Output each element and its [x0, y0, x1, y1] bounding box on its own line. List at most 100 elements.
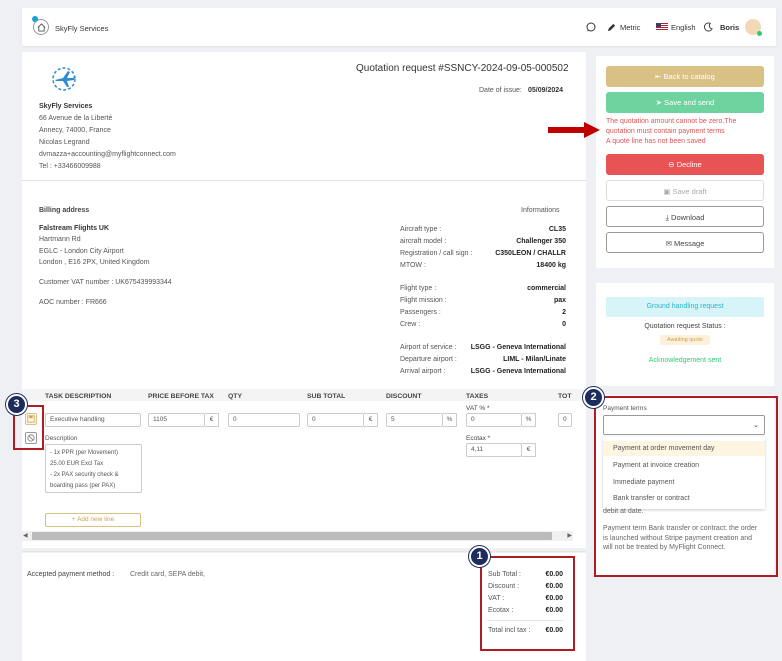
description-textarea[interactable]: - 1x PPR (per Movement) 25.00 EUR Excl T…: [45, 444, 142, 493]
discount-input[interactable]: 5: [386, 413, 443, 427]
th-taxes: TAXES: [466, 393, 489, 400]
info-label: MTOW :: [400, 262, 426, 269]
discount-unit: %: [443, 413, 457, 427]
save-send-label: Save and send: [664, 98, 715, 107]
minus-circle-icon: ⊖: [668, 160, 675, 169]
billing-title: Billing address: [39, 207, 90, 214]
vat-unit: %: [522, 413, 536, 427]
save-draft-label: Save draft: [672, 187, 707, 196]
quote-title: Quotation request #SSNCY-2024-09-05-0005…: [356, 63, 569, 74]
subtotal-unit: €: [364, 413, 378, 427]
brand-name: SkyFly Services: [55, 24, 109, 33]
company-contact: Nicolas Legrand: [39, 139, 90, 146]
save-draft-button[interactable]: ▣ Save draft: [606, 180, 764, 201]
company-name: SkyFly Services: [39, 103, 93, 110]
info-label: Aircraft type :: [400, 226, 442, 233]
description-line: - 2x PAX security check &: [50, 472, 119, 478]
horizontal-scrollbar[interactable]: ◀ ▶: [22, 531, 573, 541]
callout-number-1: 1: [469, 546, 490, 567]
callout-number-3: 3: [6, 394, 27, 415]
total-input: 0: [558, 413, 572, 427]
send-icon: ➤: [655, 98, 663, 107]
download-icon: ⤓: [665, 213, 669, 222]
status-badge: Awaiting quote: [660, 335, 710, 345]
billing-aoc: AOC number : FR666: [39, 299, 107, 306]
chat-icon[interactable]: [586, 22, 596, 34]
info-label: Flight mission :: [400, 297, 447, 304]
info-label: Airport of service :: [400, 344, 457, 351]
info-label: Registration / call sign :: [400, 250, 473, 257]
price-input[interactable]: 1105: [148, 413, 205, 427]
price-unit: €: [205, 413, 219, 427]
uk-flag-icon: [656, 23, 668, 31]
vat-input[interactable]: 0: [466, 413, 522, 427]
ecotax-input[interactable]: 4,11: [466, 443, 522, 457]
error-message: The quotation amount cannot be zero.The: [606, 118, 737, 125]
th-subtotal: SUB TOTAL: [307, 393, 346, 400]
decline-button[interactable]: ⊖ Decline: [606, 154, 764, 175]
info-value: 2: [562, 309, 566, 316]
billing-airport: EGLC - London City Airport: [39, 248, 124, 255]
payment-method-label: Accepted payment method :: [27, 571, 115, 578]
vat-label: VAT % *: [466, 405, 490, 412]
billing-name: Falstream Flights UK: [39, 225, 110, 232]
company-address: 66 Avenue de la Liberté: [39, 115, 113, 122]
info-value: CL35: [548, 226, 566, 233]
subtotal-input: 0: [307, 413, 364, 427]
info-value: 18400 kg: [536, 262, 566, 269]
info-value: LSGG - Geneva International: [470, 344, 566, 351]
red-arrow-icon: [548, 122, 600, 140]
info-label: Flight type :: [400, 285, 437, 292]
task-input[interactable]: Executive handling: [45, 413, 141, 427]
moon-icon[interactable]: [703, 22, 713, 34]
back-icon: ⇤: [655, 72, 662, 81]
language-selector[interactable]: English: [671, 23, 696, 32]
info-value: commercial: [527, 285, 566, 292]
info-label: Passengers :: [400, 309, 441, 316]
callout-box-1: [480, 556, 575, 651]
info-value: LSGG - Geneva International: [470, 368, 566, 375]
back-label: Back to catalog: [663, 72, 715, 81]
info-label: Arrival airport :: [400, 368, 446, 375]
issue-date: 05/09/2024: [528, 87, 564, 94]
scrollbar-thumb[interactable]: [32, 532, 552, 540]
download-label: Download: [671, 213, 705, 222]
billing-street: Hartmann Rd: [39, 236, 81, 243]
th-task: TASK DESCRIPTION: [45, 393, 112, 400]
company-email: dvmazza+accounting@myflightconnect.com: [39, 151, 176, 158]
company-city: Annecy, 74000, France: [39, 127, 111, 134]
metric-toggle[interactable]: Metric: [620, 23, 640, 32]
ground-handling-badge: Ground handling request: [606, 297, 764, 317]
scroll-right-icon[interactable]: ▶: [567, 532, 572, 539]
qty-input[interactable]: 0: [228, 413, 300, 427]
ecotax-label: Ecotax *: [466, 435, 491, 442]
description-line: 25.00 EUR Excl Tax: [50, 461, 104, 467]
info-value: pax: [553, 297, 566, 304]
info-label: Departure airport :: [400, 356, 457, 363]
th-discount: DISCOUNT: [386, 393, 422, 400]
scroll-left-icon[interactable]: ◀: [23, 532, 28, 539]
error-message: A quote line has not been saved: [606, 138, 706, 145]
info-value: Challenger 350: [516, 238, 566, 245]
th-qty: QTY: [228, 393, 242, 400]
info-label: Crew :: [400, 321, 421, 328]
info-label: aircraft model :: [400, 238, 447, 245]
callout-number-2: 2: [583, 387, 604, 408]
decline-label: Decline: [676, 160, 702, 169]
back-to-catalog-button[interactable]: ⇤ Back to catalog: [606, 66, 764, 87]
info-title: Informations: [521, 207, 560, 214]
error-message: quotation must contain payment terms: [606, 128, 725, 135]
message-button[interactable]: ✉ Message: [606, 232, 764, 253]
user-name[interactable]: Boris: [720, 23, 739, 32]
company-logo: [50, 65, 78, 95]
divider: [22, 180, 586, 181]
ecotax-unit: €: [522, 443, 536, 457]
th-price: PRICE BEFORE TAX: [148, 393, 214, 400]
description-line: - 1x PPR (per Movement): [50, 450, 119, 456]
description-line: boarding pass (per PAX): [50, 483, 116, 489]
download-button[interactable]: ⤓ Download: [606, 206, 764, 227]
message-label: Message: [673, 239, 705, 248]
description-label: Description: [45, 435, 78, 442]
add-line-button[interactable]: + Add new line: [45, 513, 141, 527]
save-and-send-button[interactable]: ➤ Save and send: [606, 92, 764, 113]
